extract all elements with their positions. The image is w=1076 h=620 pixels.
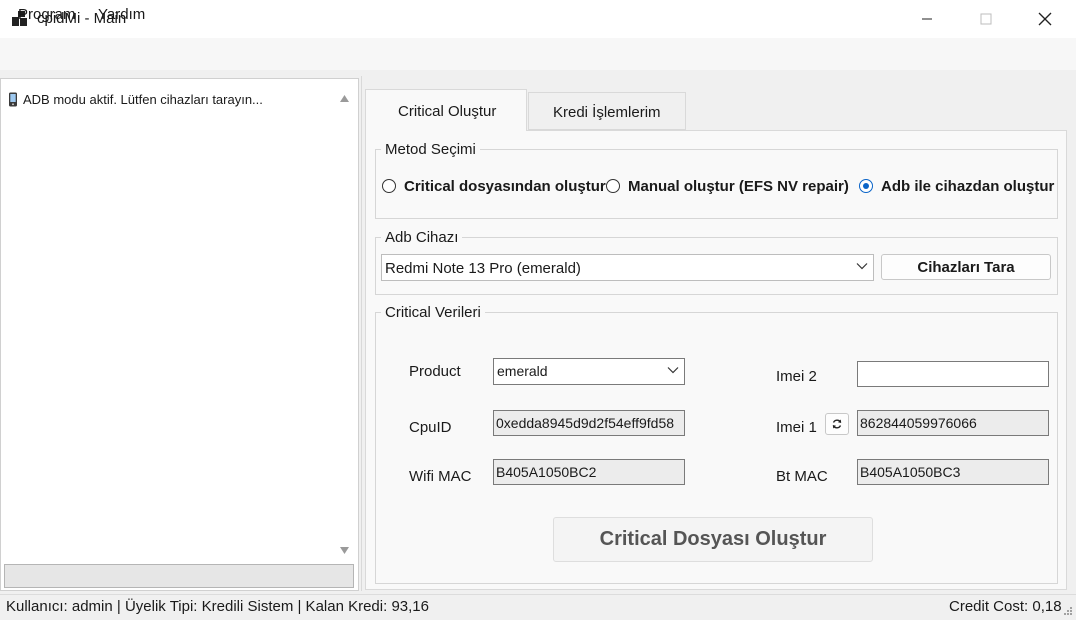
product-value: emerald [497,363,548,379]
log-list[interactable] [2,88,336,558]
resize-grip-icon[interactable] [1063,606,1073,616]
minimize-icon [922,18,932,20]
log-scrollbar[interactable] [336,88,353,560]
scroll-down-icon[interactable] [339,546,350,555]
scroll-up-icon[interactable] [339,94,350,103]
imei1-field[interactable]: 862844059976066 [857,410,1049,436]
imei1-label: Imei 1 [776,419,817,436]
maximize-icon [980,13,992,25]
imei-refresh-button[interactable] [825,413,849,435]
radio-adb[interactable] [859,179,873,193]
method-group-title: Metod Seçimi [381,141,480,158]
critical-data-group-title: Critical Verileri [381,304,485,321]
radio-manual[interactable] [606,179,620,193]
log-entry: ADB modu aktif. Lütfen cihazları tarayın… [23,92,263,107]
cpuid-label: CpuID [409,419,452,436]
menu-yardim[interactable]: Yardım [94,6,149,23]
refresh-icon [832,419,842,429]
chevron-down-icon[interactable] [667,366,679,374]
status-credit-cost: Credit Cost: 0,18 [949,598,1062,615]
tab-kredi-label: Kredi İşlemlerim [553,104,661,121]
tab-critical-label: Critical Oluştur [398,103,497,120]
minimize-button[interactable] [898,0,956,38]
wifi-mac-field[interactable]: B405A1050BC2 [493,459,685,485]
adb-group-title: Adb Cihazı [381,229,463,246]
close-icon [1038,12,1052,26]
bt-mac-field[interactable]: B405A1050BC3 [857,459,1049,485]
radio-adb-label[interactable]: Adb ile cihazdan oluştur [881,178,1054,195]
imei2-label: Imei 2 [776,368,817,385]
menu-program[interactable]: Program [14,6,80,23]
status-user-info: Kullanıcı: admin | Üyelik Tipi: Kredili … [6,598,429,615]
maximize-button[interactable] [957,0,1015,38]
bt-mac-label: Bt MAC [776,468,828,485]
phone-icon [9,92,17,107]
log-input[interactable] [4,564,354,588]
product-label: Product [409,363,461,380]
radio-critical-file-label[interactable]: Critical dosyasından oluştur [404,178,606,195]
scan-devices-button[interactable]: Cihazları Tara [881,254,1051,280]
adb-device-value: Redmi Note 13 Pro (emerald) [385,260,581,277]
radio-critical-file[interactable] [382,179,396,193]
menu-bar [0,38,1076,70]
wifi-mac-label: Wifi MAC [409,468,472,485]
chevron-down-icon[interactable] [856,262,868,270]
radio-manual-label[interactable]: Manual oluştur (EFS NV repair) [628,178,849,195]
cpuid-field[interactable]: 0xedda8945d9d2f54eff9fd58 [493,410,685,436]
create-critical-button[interactable]: Critical Dosyası Oluştur [553,517,873,562]
close-button[interactable] [1016,0,1074,38]
imei2-field[interactable] [857,361,1049,387]
